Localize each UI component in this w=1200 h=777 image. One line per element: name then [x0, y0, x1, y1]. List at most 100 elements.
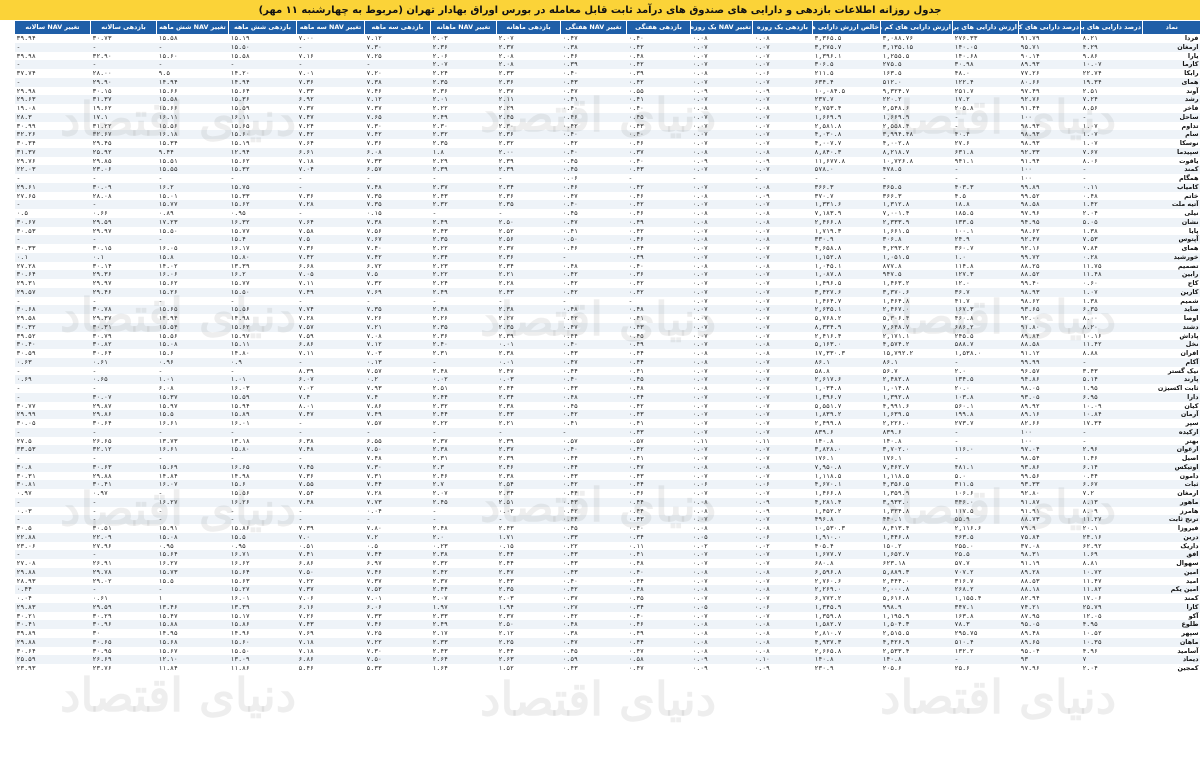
table-cell: ۷۰۷.۲	[952, 567, 1019, 577]
table-cell: ۱۵.۶۲	[156, 279, 229, 288]
table-cell: ۰.۰۷	[752, 594, 813, 603]
table-cell: ۱,۵۰۴.۳	[880, 620, 953, 629]
table-cell: ۹.۸۶	[1080, 51, 1143, 61]
table-cell: ۳۰.۰۵	[14, 419, 91, 428]
table-cell: ۱۵.۰۸	[156, 532, 229, 542]
table-cell: ۱۵.۸۰	[228, 445, 297, 454]
table-cell: ۳۰.۶۴	[14, 270, 91, 279]
table-cell: ۰.۴۴	[560, 454, 627, 463]
fund-symbol-cell: بهتر	[1142, 436, 1200, 446]
table-cell: ۸۶.۱	[880, 357, 953, 367]
table-cell: ۰.۴۸	[626, 51, 691, 61]
table-cell: -	[156, 296, 229, 306]
table-cell: ۸۸.۵۳	[1018, 576, 1081, 586]
table-cell: ۸.۲۱	[1080, 34, 1143, 43]
table-cell: ۷.۶۴	[296, 139, 365, 148]
fund-symbol-cell: دارا	[1142, 392, 1200, 402]
table-cell: ۰.۲	[364, 375, 431, 384]
table-row: ترنج ثابت ۱۱.۲۷ ۸۸.۷۳ ۵۵.۹ ۴۴۰.۱ ۴۹۶.۸ ۰.۰۷ ۰.۰…	[14, 515, 1200, 524]
table-cell: ۲.۴۴	[430, 410, 497, 419]
table-cell: ۰.۳۹	[560, 60, 627, 69]
table-cell: ۷.۲۶	[296, 611, 365, 621]
table-cell: ۷.۴۶	[364, 567, 431, 577]
table-cell: ۱۴.۹۸	[228, 314, 297, 323]
table-cell: ۱۰,۵۳۰.۳	[812, 524, 881, 533]
fund-symbol-cell: ارکیده	[1142, 427, 1200, 437]
table-cell: ۷.۱۶	[296, 51, 365, 61]
table-cell: ۰.۰۷	[752, 366, 813, 376]
table-cell: ۱۱.۲۷	[1080, 515, 1143, 524]
table-cell: ۲.۴۴	[496, 384, 561, 393]
table-cell: ۶.۸۶	[296, 559, 365, 568]
table-cell: ۲.۳۵	[496, 322, 561, 332]
table-cell: ۲.۲۷	[496, 314, 561, 323]
table-cell: ۱۵.۸۶	[228, 620, 297, 629]
table-cell: -	[14, 174, 91, 183]
table-cell: ۰.۴۳	[560, 471, 627, 481]
fund-symbol-cell: نشان	[1142, 217, 1200, 227]
table-cell: ۲,۵۵۸.۴	[880, 121, 953, 131]
table-cell: ۰.۰۲	[430, 375, 497, 384]
table-row: افران ۸.۸۸ ۹۱.۱۲ ۱,۵۳۸.۰ ۱۵,۷۹۲.۲ ۱۷,۳۳۰.۳ ۰.۰…	[14, 349, 1200, 358]
fund-symbol-cell: ماهور	[1142, 497, 1200, 507]
table-cell: ۷.۵۳	[1080, 235, 1143, 244]
table-cell: ۱.۶۹	[1080, 550, 1143, 559]
table-cell: ۲.۴۳	[496, 576, 561, 586]
table-cell: ۲۲.۰۳	[14, 165, 91, 174]
table-cell: ۰.۴۲	[626, 226, 691, 236]
table-cell: ۰.۰۸	[752, 104, 813, 113]
table-row: کمجین ۲.۰۴ ۹۷.۹۶ ۲۵.۶ ۲۰۵.۶ ۲۳۰.۹ ۰.۰۹ ۰.۰۹ ۰.۴۷…	[14, 664, 1200, 673]
table-cell: ۲.۳۹	[496, 165, 561, 174]
table-cell: ۲.۰۶	[430, 51, 497, 61]
table-cell: ۰.۴۴	[560, 489, 627, 498]
table-cell: ۱۰۰	[1018, 174, 1081, 183]
table-cell: ۱,۰۸۷.۸	[812, 270, 881, 279]
table-cell: ۲۹.۵۸	[14, 314, 91, 323]
table-cell: ۳۲.۶۷	[90, 130, 157, 139]
table-cell: ۰.۰۸	[690, 629, 753, 638]
table-cell: ۱.۰۷	[1080, 130, 1143, 139]
fund-symbol-cell: ماهان	[1142, 637, 1200, 647]
table-cell: ۶.۹۷	[364, 559, 431, 568]
table-cell: ۷.۳۶	[296, 244, 365, 253]
table-cell: ۱۵.۵۶	[228, 489, 297, 498]
table-cell: ۱	[156, 594, 229, 603]
table-cell: ۲.۴۸	[430, 524, 497, 533]
table-cell: ۱۲۲.۴	[952, 77, 1019, 87]
table-cell: ۲.۰۷	[496, 34, 561, 43]
watermark: دنیای اقتصاد	[60, 668, 297, 722]
table-row: خاتم ۰.۴۸ ۹۹.۵۲ ۴.۵ ۳۶۶.۳ ۳۷۰.۷ ۰.۰۹ ۰.۰۸ ۰.۴۶ ۰.…	[14, 191, 1200, 201]
table-cell: ۹۰.۱۴	[1018, 51, 1081, 61]
table-cell: ۲۵.۵	[952, 550, 1019, 559]
table-cell: ۱۵.۵۹	[228, 392, 297, 402]
table-cell: ۹۳.۶۵	[1018, 305, 1081, 314]
table-cell: ۴,۰۳۰.۸	[812, 130, 881, 139]
table-cell: ۳۰.۱۴	[90, 261, 157, 271]
table-cell: ۰.۹۷	[90, 489, 157, 498]
table-cell: ۱,۹۱۰.۰	[812, 532, 881, 542]
fund-symbol-cell: اصیل	[1142, 454, 1200, 463]
table-cell: ۱.۴۶	[1080, 454, 1143, 463]
fund-symbol-cell: ترنج ثابت	[1142, 515, 1200, 524]
table-cell: ۱.۹۴	[496, 602, 561, 612]
table-cell: ۸.۱۳	[1080, 497, 1143, 507]
fund-symbol-cell: رابکا	[1142, 69, 1200, 78]
table-cell: ۰.۰۷	[690, 314, 753, 323]
table-cell: ۱۶.۶۱	[156, 419, 229, 428]
table-cell: ۱۴.۰۲	[156, 261, 229, 271]
table-cell: ۳۰.۶۸	[14, 305, 91, 314]
table-cell: ۲.۳۴	[430, 252, 497, 262]
table-cell: ۱۳.۰۹	[228, 655, 297, 664]
table-cell: ۲.۴۳	[430, 191, 497, 201]
table-cell: ۳۰.۶۴	[90, 349, 157, 358]
table-cell: -	[90, 506, 157, 516]
table-cell: ۷.۵	[296, 235, 365, 244]
table-cell: ۱,۶۶۱.۵	[880, 226, 953, 236]
table-cell: ۰.۰۶	[752, 480, 813, 489]
table-cell: ۷.۵۸	[296, 226, 365, 236]
table-cell: ۰.۰۷	[690, 366, 753, 376]
table-cell: ۸۲.۹۴	[1018, 594, 1081, 603]
table-cell: ۱۳۴.۵	[952, 375, 1019, 384]
table-cell: ۳۷۰.۷	[812, 191, 881, 201]
table-cell: ۱۵.۱۹	[228, 34, 297, 43]
